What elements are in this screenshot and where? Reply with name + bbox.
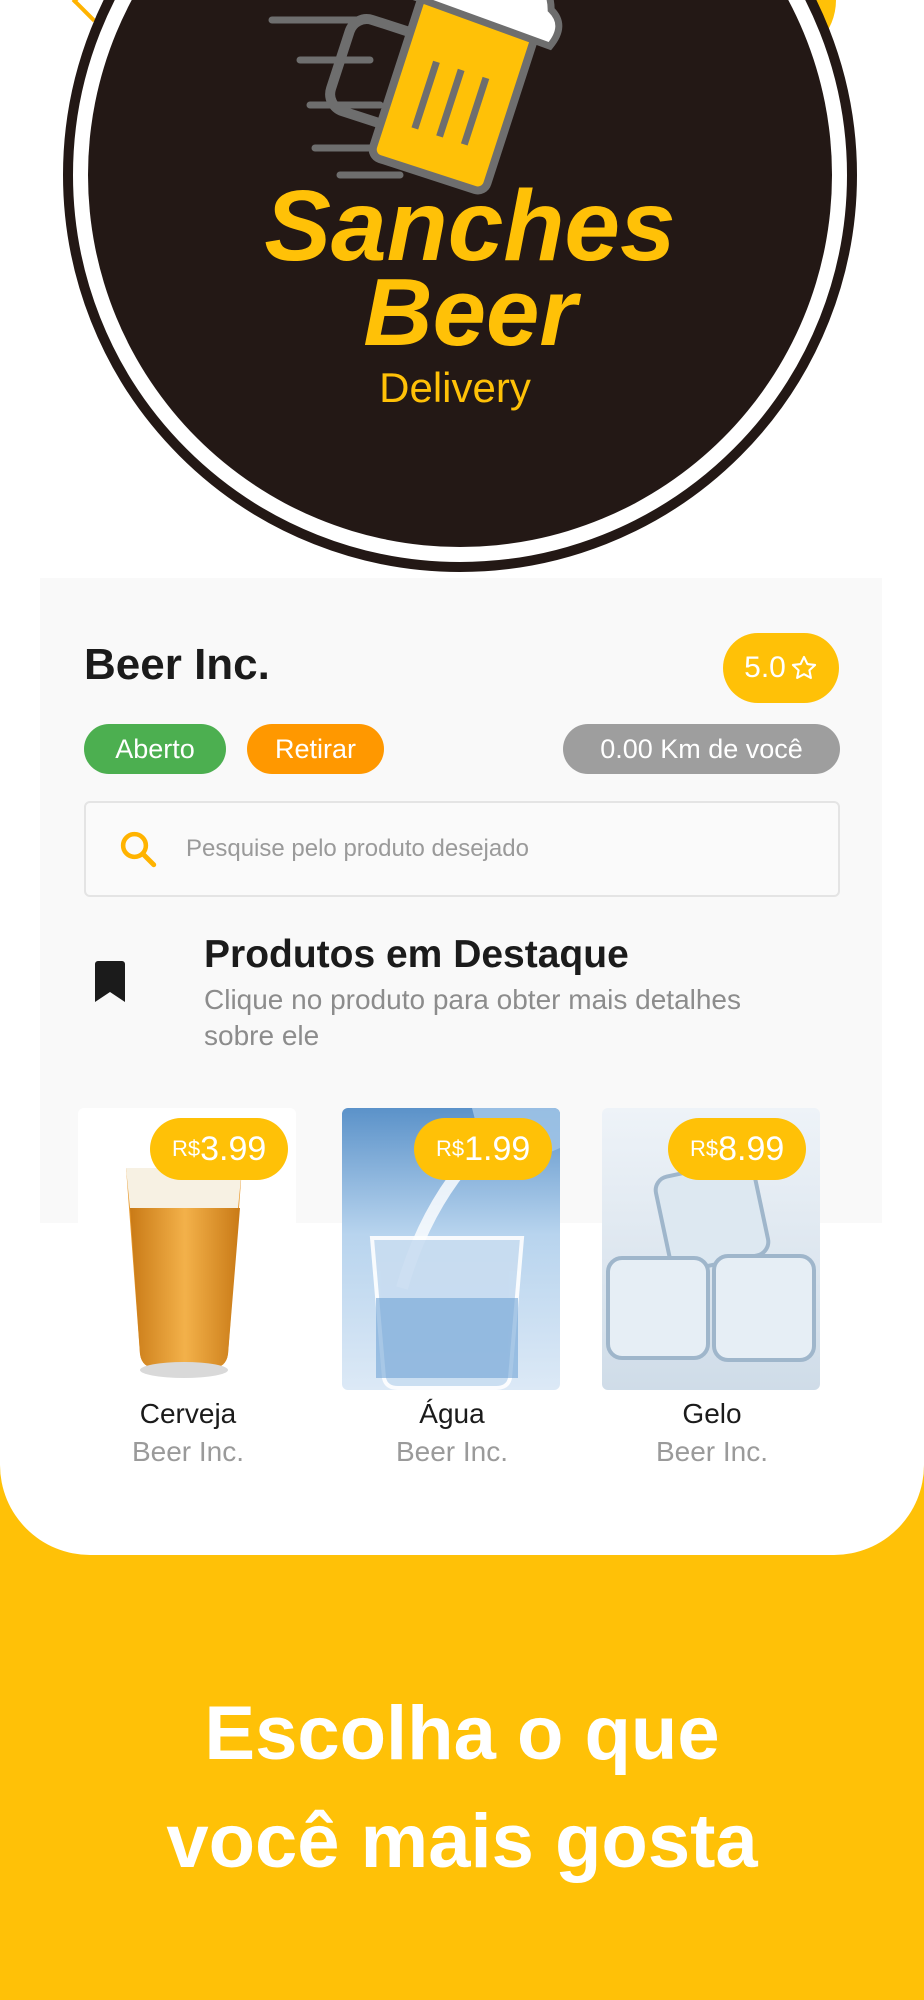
logo-text-beer: Beer: [363, 259, 581, 366]
search-icon: [90, 801, 186, 897]
product-name: Gelo: [682, 1398, 742, 1429]
section-title: Produtos em Destaque: [204, 933, 629, 976]
product-name: Água: [419, 1398, 485, 1429]
tagline-line-1: Escolha o que: [204, 1691, 720, 1776]
tagline-line-2: você mais gosta: [166, 1799, 758, 1884]
distance-badge: 0.00 Km de você: [563, 724, 840, 774]
price-badge: R$ 3.99: [150, 1118, 289, 1180]
store-name: Beer Inc.: [84, 640, 270, 689]
promo-tagline: Escolha o que você mais gosta: [0, 1680, 924, 1896]
logo-text-delivery: Delivery: [379, 364, 531, 411]
price-badge: R$ 8.99: [668, 1118, 807, 1180]
price-currency: R$: [690, 1136, 719, 1161]
phone-screen: Sanches Beer Delivery Beer Inc. 5.0 Aber…: [0, 0, 924, 1555]
price-value: 1.99: [464, 1129, 531, 1168]
product-store: Beer Inc.: [655, 1436, 769, 1467]
status-badge-open: Aberto: [84, 724, 226, 774]
price-value: 3.99: [200, 1129, 267, 1168]
featured-products-list: R$ 3.99 Cerveja Beer Inc. R$ 1.99 Água Bee…: [78, 1088, 882, 1488]
search-bar[interactable]: [84, 801, 840, 897]
store-logo: Sanches Beer Delivery: [63, 0, 857, 572]
price-currency: R$: [436, 1136, 465, 1161]
product-store: Beer Inc.: [395, 1436, 509, 1467]
product-name: Cerveja: [139, 1398, 237, 1429]
search-input[interactable]: [186, 835, 786, 863]
section-subtitle: Clique no produto para obter mais detalh…: [204, 984, 742, 1051]
rating-badge: 5.0: [723, 633, 839, 703]
product-card[interactable]: R$ 1.99 Água Beer Inc.: [342, 1088, 562, 1488]
rating-value: 5.0: [744, 651, 786, 684]
pickup-badge[interactable]: Retirar: [247, 724, 384, 774]
price-currency: R$: [172, 1136, 201, 1161]
product-card[interactable]: R$ 8.99 Gelo Beer Inc.: [602, 1088, 822, 1488]
star-icon: [791, 655, 816, 679]
price-badge: R$ 1.99: [414, 1118, 553, 1180]
price-value: 8.99: [718, 1129, 785, 1168]
bookmark-icon: [95, 961, 125, 1002]
product-store: Beer Inc.: [131, 1436, 245, 1467]
product-card[interactable]: R$ 3.99 Cerveja Beer Inc.: [78, 1088, 298, 1488]
